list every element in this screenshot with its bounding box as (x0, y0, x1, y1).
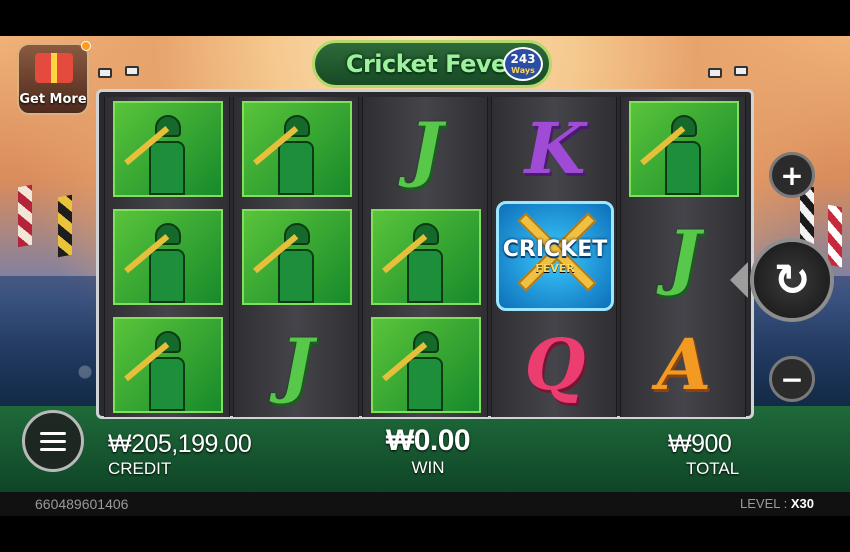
symbol-j: J (242, 317, 352, 413)
symbol-batsman (371, 209, 481, 305)
floodlight-icon (98, 68, 112, 78)
level-label: LEVEL : (740, 496, 788, 511)
symbol-q-letter: Q (524, 323, 586, 406)
batsman-icon (124, 331, 185, 411)
floodlight-icon (734, 66, 748, 76)
symbol-batsman (113, 209, 223, 305)
total-value: ₩900 (668, 430, 732, 458)
symbol-batsman (242, 101, 352, 197)
scatter-subtitle: FEVER (535, 262, 575, 275)
symbol-j: J (371, 101, 481, 197)
reel-5: J A (620, 97, 746, 417)
symbol-k-letter: K (524, 107, 586, 190)
top-letterbox (0, 0, 850, 36)
batsman-icon (253, 223, 314, 303)
ways-number: 243 (510, 52, 536, 66)
menu-button[interactable] (22, 410, 84, 472)
bet-increase-button[interactable]: + (769, 152, 815, 198)
ways-badge: 243 Ways (503, 47, 543, 81)
symbol-batsman (113, 317, 223, 413)
symbol-batsman (113, 101, 223, 197)
batsman-icon (124, 223, 185, 303)
symbol-a: A (629, 317, 739, 413)
symbol-batsman (242, 209, 352, 305)
reel-1 (104, 97, 230, 417)
plus-icon: + (780, 158, 804, 192)
hamburger-line (40, 431, 66, 435)
get-more-button[interactable]: Get More (17, 41, 91, 115)
credit-value: ₩205,199.00 (108, 430, 252, 458)
reels-frame: J J K CRICKET FEVER Q J A (96, 89, 754, 419)
reel-4: K CRICKET FEVER Q (491, 97, 617, 417)
symbol-j-letter: J (667, 215, 701, 298)
symbol-k: K (500, 101, 610, 197)
total-label: TOTAL (686, 459, 740, 478)
refresh-icon: ↻ (773, 254, 811, 306)
batsman-icon (124, 115, 185, 195)
credit-meter: ₩205,199.00 CREDIT (108, 430, 252, 479)
flag-right-2 (828, 204, 842, 268)
win-meter: ₩0.00 WIN (368, 424, 488, 478)
reel-2: J (233, 97, 359, 417)
bottom-letterbox (0, 516, 850, 552)
symbol-j: J (629, 209, 739, 305)
bet-decrease-button[interactable]: − (769, 356, 815, 402)
hamburger-line (40, 439, 66, 443)
level-value: X30 (790, 496, 814, 511)
symbol-j-letter: J (280, 323, 314, 406)
reel-3: J (362, 97, 488, 417)
gift-icon (35, 53, 73, 83)
batsman-icon (382, 223, 443, 303)
symbol-batsman (371, 317, 481, 413)
batsman-icon (382, 331, 443, 411)
minus-icon: − (780, 362, 804, 396)
hamburger-line (40, 447, 66, 451)
scatter-title: CRICKET (502, 237, 608, 262)
total-bet-meter[interactable]: ₩900 TOTAL (668, 430, 739, 479)
symbol-batsman (629, 101, 739, 197)
spin-arrow-icon (730, 262, 748, 298)
symbol-q: Q (500, 317, 610, 413)
session-id: 660489601406 (35, 496, 129, 512)
flag-left-2 (58, 194, 72, 258)
symbol-scatter: CRICKET FEVER (496, 201, 614, 311)
batsman-icon (640, 115, 701, 195)
level-indicator: LEVEL : X30 (740, 496, 814, 511)
get-more-label: Get More (19, 92, 87, 107)
notification-dot (81, 41, 91, 51)
win-value: ₩0.00 (385, 424, 471, 457)
game-logo: Cricket Fever 243 Ways (312, 40, 552, 88)
symbol-a-letter: A (656, 323, 712, 406)
win-label: WIN (411, 458, 445, 477)
game-logo-title: Cricket Fever (345, 50, 519, 78)
status-bar: 660489601406 LEVEL : X30 (0, 492, 850, 516)
symbol-j-letter: J (409, 107, 443, 190)
floodlight-icon (708, 68, 722, 78)
credit-label: CREDIT (108, 459, 172, 478)
spin-button[interactable]: ↻ (750, 238, 834, 322)
batsman-icon (253, 115, 314, 195)
ways-word: Ways (511, 66, 535, 75)
flag-left-1 (18, 184, 32, 248)
floodlight-icon (125, 66, 139, 76)
